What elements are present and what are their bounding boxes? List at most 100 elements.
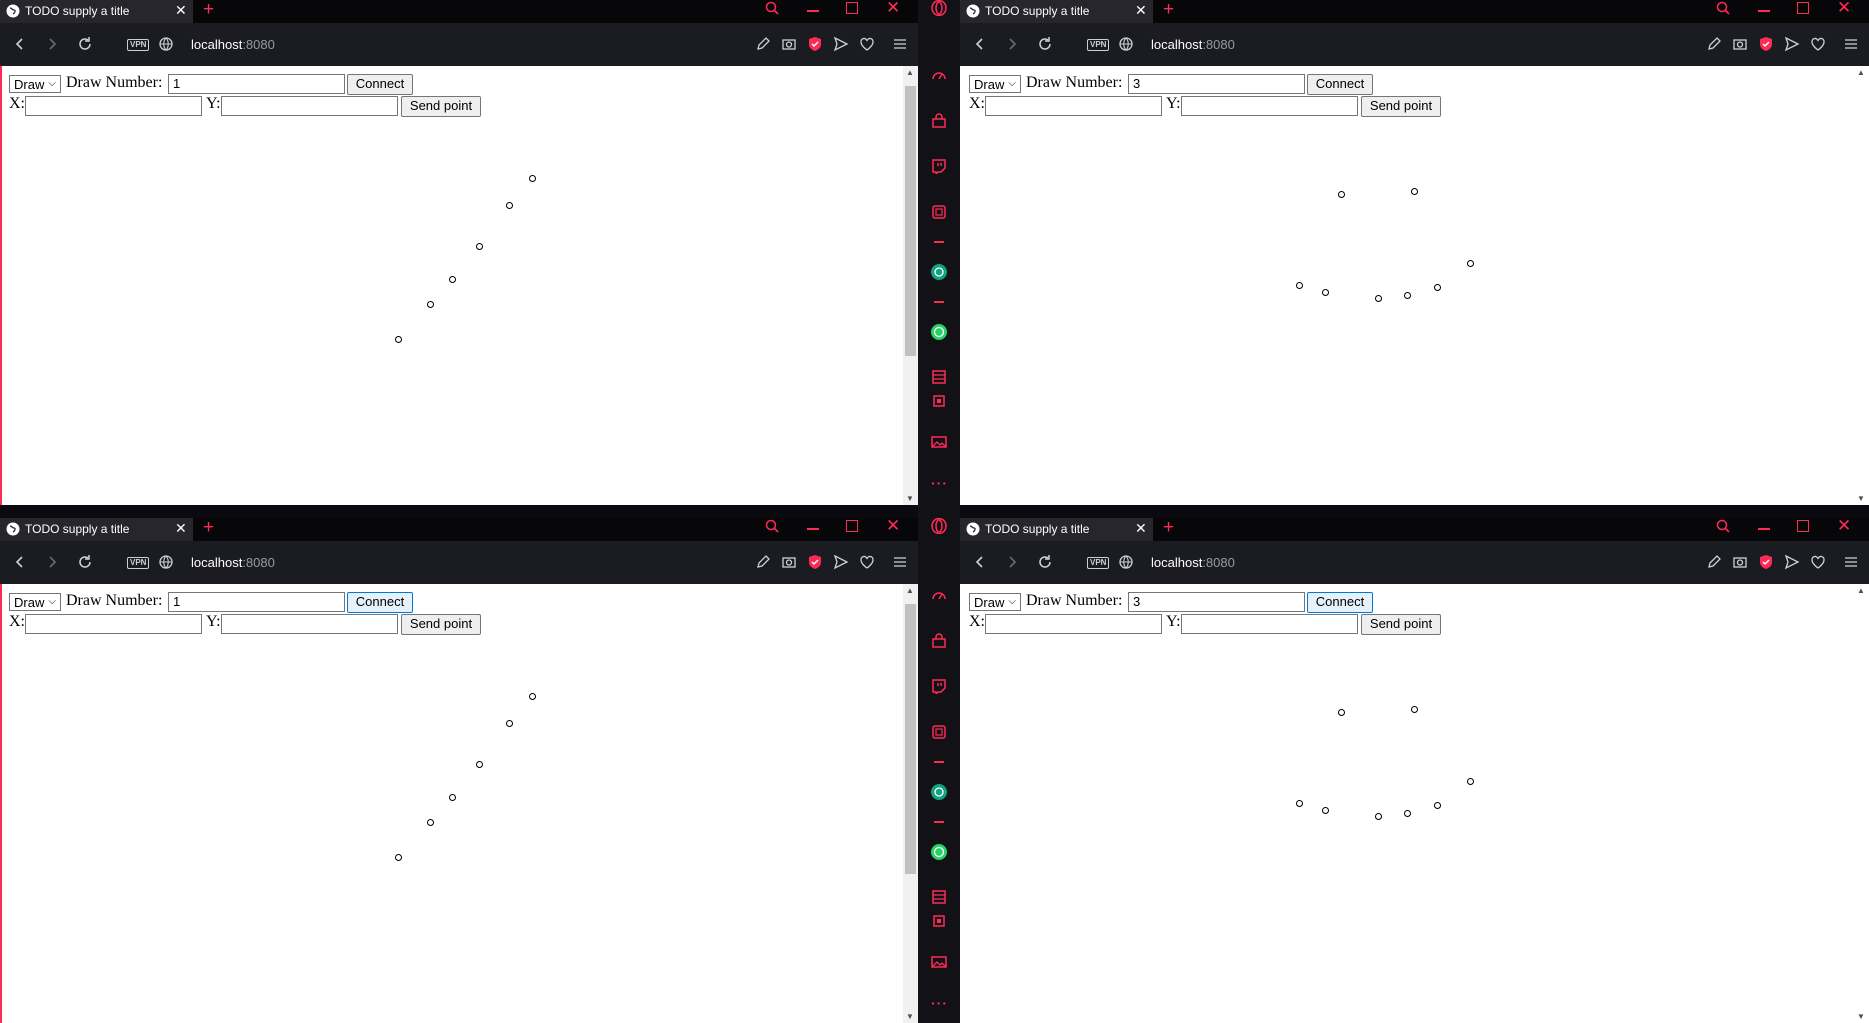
snapshot-icon[interactable]: [781, 554, 797, 570]
y-input[interactable]: [1181, 96, 1358, 116]
edit-icon[interactable]: [1706, 554, 1722, 570]
reload-icon[interactable]: [77, 554, 93, 570]
back-icon[interactable]: [12, 36, 28, 52]
minimize-icon[interactable]: [1758, 528, 1770, 530]
snapshot-icon[interactable]: [781, 36, 797, 52]
adblock-shield-icon[interactable]: [807, 554, 823, 570]
twitch-icon[interactable]: [931, 158, 947, 174]
heart-icon[interactable]: [859, 36, 875, 52]
back-icon[interactable]: [972, 36, 988, 52]
close-tab-icon[interactable]: ✕: [175, 2, 187, 19]
vpn-badge[interactable]: VPN: [1087, 39, 1110, 51]
y-input[interactable]: [1181, 614, 1358, 634]
speed-dial-icon[interactable]: [931, 67, 947, 83]
close-window-icon[interactable]: ✕: [1837, 0, 1851, 18]
close-tab-icon[interactable]: ✕: [175, 520, 187, 537]
minimize-icon[interactable]: [1758, 10, 1770, 12]
forward-icon[interactable]: [1004, 554, 1020, 570]
y-input[interactable]: [221, 614, 398, 634]
opera-logo-icon[interactable]: [931, 518, 947, 534]
draw-number-input[interactable]: 1: [168, 74, 345, 94]
search-icon[interactable]: [1716, 519, 1730, 533]
speed-dial-icon[interactable]: [931, 587, 947, 603]
vpn-badge[interactable]: VPN: [127, 557, 150, 569]
reload-icon[interactable]: [1037, 554, 1053, 570]
vpn-badge[interactable]: VPN: [127, 39, 150, 51]
browser-tab[interactable]: TODO supply a title ✕: [960, 518, 1153, 541]
maximize-icon[interactable]: [846, 520, 858, 532]
adblock-shield-icon[interactable]: [1758, 36, 1774, 52]
aria-icon[interactable]: [931, 724, 947, 740]
address-url[interactable]: localhost:8080: [191, 555, 275, 570]
heart-icon[interactable]: [1810, 554, 1826, 570]
scrollbar-thumb[interactable]: [905, 604, 916, 874]
more-icon[interactable]: ···: [931, 995, 948, 1011]
draw-number-input[interactable]: 1: [168, 592, 345, 612]
new-tab-icon[interactable]: +: [1163, 518, 1174, 539]
mode-select[interactable]: Draw ⌵: [969, 75, 1021, 93]
reload-icon[interactable]: [1037, 36, 1053, 52]
send-icon[interactable]: [1784, 554, 1800, 570]
whatsapp-icon[interactable]: [931, 844, 947, 860]
vertical-scrollbar[interactable]: ▲ ▼: [1854, 66, 1869, 505]
scroll-up-icon[interactable]: ▲: [906, 68, 914, 77]
x-input[interactable]: [25, 614, 202, 634]
send-icon[interactable]: [833, 554, 849, 570]
send-point-button[interactable]: Send point: [401, 614, 481, 635]
adblock-shield-icon[interactable]: [1758, 554, 1774, 570]
snapshot-icon[interactable]: [1732, 554, 1748, 570]
address-url[interactable]: localhost:8080: [191, 37, 275, 52]
minimize-icon[interactable]: [807, 10, 819, 12]
site-info-globe-icon[interactable]: [1118, 554, 1134, 570]
forward-icon[interactable]: [44, 36, 60, 52]
y-input[interactable]: [221, 96, 398, 116]
easy-setup-icon[interactable]: [892, 554, 908, 570]
scroll-up-icon[interactable]: ▲: [906, 586, 914, 595]
chatgpt-icon[interactable]: [931, 784, 947, 800]
twitch-icon[interactable]: [931, 678, 947, 694]
chatgpt-icon[interactable]: [931, 264, 947, 280]
connect-button[interactable]: Connect: [1307, 592, 1373, 613]
forward-icon[interactable]: [1004, 36, 1020, 52]
connect-button[interactable]: Connect: [1307, 74, 1373, 95]
close-window-icon[interactable]: ✕: [886, 518, 900, 536]
send-point-button[interactable]: Send point: [401, 96, 481, 117]
easy-setup-icon[interactable]: [1843, 36, 1859, 52]
mode-select[interactable]: Draw ⌵: [969, 593, 1021, 611]
close-tab-icon[interactable]: ✕: [1135, 520, 1147, 537]
new-tab-icon[interactable]: +: [1163, 0, 1174, 21]
forward-icon[interactable]: [44, 554, 60, 570]
send-icon[interactable]: [833, 36, 849, 52]
reload-icon[interactable]: [77, 36, 93, 52]
search-icon[interactable]: [765, 1, 779, 15]
search-icon[interactable]: [765, 519, 779, 533]
site-info-globe-icon[interactable]: [158, 36, 174, 52]
send-icon[interactable]: [1784, 36, 1800, 52]
browser-tab[interactable]: TODO supply a title ✕: [0, 518, 193, 541]
search-icon[interactable]: [1716, 1, 1730, 15]
browser-tab[interactable]: TODO supply a title ✕: [960, 0, 1153, 23]
vertical-scrollbar[interactable]: ▲ ▼: [1854, 584, 1869, 1023]
easy-setup-icon[interactable]: [1843, 554, 1859, 570]
gallery-icon[interactable]: [931, 954, 947, 970]
new-tab-icon[interactable]: +: [203, 0, 214, 21]
vpn-badge[interactable]: VPN: [1087, 557, 1110, 569]
send-point-button[interactable]: Send point: [1361, 614, 1441, 635]
edit-icon[interactable]: [755, 36, 771, 52]
edit-icon[interactable]: [755, 554, 771, 570]
edit-icon[interactable]: [1706, 36, 1722, 52]
site-info-globe-icon[interactable]: [158, 554, 174, 570]
maximize-icon[interactable]: [1797, 520, 1809, 532]
mode-select[interactable]: Draw ⌵: [9, 75, 61, 93]
scroll-down-icon[interactable]: ▼: [1857, 1012, 1865, 1021]
draw-number-input[interactable]: 3: [1128, 592, 1305, 612]
scroll-down-icon[interactable]: ▼: [906, 1012, 914, 1021]
x-input[interactable]: [25, 96, 202, 116]
tabs-icon[interactable]: [931, 369, 947, 385]
chip-icon[interactable]: [931, 913, 947, 929]
scroll-down-icon[interactable]: ▼: [1857, 494, 1865, 503]
adblock-shield-icon[interactable]: [807, 36, 823, 52]
connect-button[interactable]: Connect: [347, 592, 413, 613]
chip-icon[interactable]: [931, 393, 947, 409]
connect-button[interactable]: Connect: [347, 74, 413, 95]
